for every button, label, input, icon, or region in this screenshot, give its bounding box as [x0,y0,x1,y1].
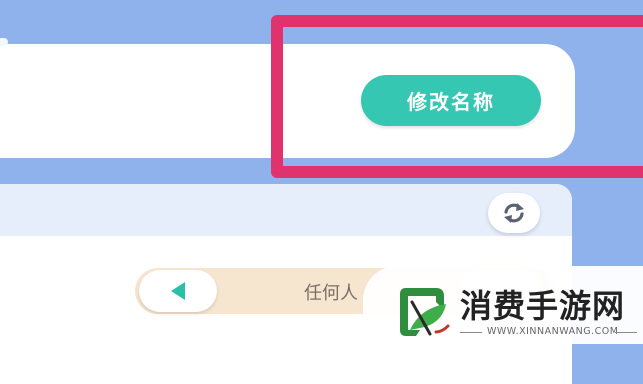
watermark-divider-left [460,332,482,333]
watermark-title: 消费手游网 [460,287,626,325]
selector-prev-button[interactable] [139,270,217,312]
selector-value: 任何人 [304,283,358,304]
refresh-icon [504,203,524,223]
panel-header [0,184,572,236]
leaf-logo-icon [400,288,450,336]
refresh-button[interactable] [488,193,540,233]
edge-tab [0,38,8,46]
watermark-url: WWW.XINNANWANG.COM [487,326,619,337]
watermark: 消费手游网 WWW.XINNANWANG.COM [363,266,643,344]
rename-button-label: 修改名称 [407,90,495,114]
triangle-left-icon [171,282,185,300]
watermark-divider-right [615,332,637,333]
rename-button[interactable]: 修改名称 [361,75,541,126]
